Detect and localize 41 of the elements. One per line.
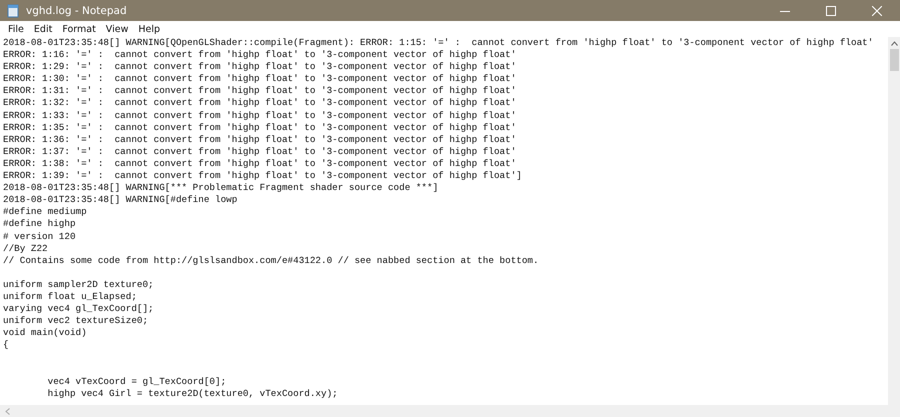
text-line: 2018-08-01T23:35:48[] WARNING[*** Problematic Fragment shader source code ***]	[3, 182, 438, 194]
text-line: {	[3, 339, 9, 352]
text-line: vec4 vTexCoord = gl_TexCoord[0];	[46, 376, 226, 388]
close-icon	[872, 6, 882, 16]
text-line: void main(void)	[3, 327, 87, 340]
horizontal-scrollbar[interactable]	[0, 405, 900, 417]
menu-item[interactable]: Edit	[28, 24, 58, 34]
scroll-left-icon	[5, 408, 10, 414]
text-line: ERROR: 1:32: '=' : cannot convert from 'highp float' to '3-component vector of highp float'	[3, 97, 516, 110]
scroll-up-icon	[890, 41, 898, 46]
text-line: ERROR: 1:33: '=' : cannot convert from 'highp float' to '3-component vector of highp float'	[3, 110, 516, 122]
text-line: ERROR: 1:37: '=' : cannot convert from 'highp float' to '3-component vector of highp float'	[3, 146, 516, 158]
text-line: 2018-08-01T23:35:48[] WARNING[#define lowp	[3, 194, 238, 206]
text-line: // Contains some code from http://glslsandbox.com/e#43122.0 // see nabbed section at the bottom.	[3, 254, 539, 267]
text-line: #define highp	[3, 218, 76, 230]
window-title: vghd.log - Notepad	[26, 4, 127, 16]
text-line: #define mediump	[3, 206, 87, 218]
text-line: //By Z22	[3, 242, 48, 255]
text-line: ERROR: 1:38: '=' : cannot convert from 'highp float' to '3-component vector of highp float'	[3, 158, 516, 170]
text-line: highp vec4 Girl = texture2D(texture0, vTexCoord.xy);	[46, 388, 338, 400]
notepad-icon	[6, 4, 20, 18]
text-line: ERROR: 1:31: '=' : cannot convert from 'highp float' to '3-component vector of highp float'	[3, 85, 516, 98]
text-line: # version 120	[3, 230, 76, 243]
text-line: ERROR: 1:30: '=' : cannot convert from 'highp float' to '3-component vector of highp float'	[3, 73, 516, 86]
text-line: ERROR: 1:29: '=' : cannot convert from 'highp float' to '3-component vector of highp float'	[3, 61, 516, 74]
text-line: uniform vec2 textureSize0;	[3, 315, 148, 328]
maximize-icon	[826, 6, 836, 16]
menu-item[interactable]: File	[3, 24, 29, 34]
text-line: ERROR: 1:39: '=' : cannot convert from 'highp float' to '3-component vector of highp float']	[3, 170, 522, 182]
vertical-scrollbar[interactable]	[888, 37, 900, 405]
text-line: uniform float u_Elapsed;	[3, 290, 137, 304]
menu-item[interactable]: View	[100, 24, 134, 34]
menu-item[interactable]: Format	[57, 24, 101, 34]
text-line: ERROR: 1:16: '=' : cannot convert from 'highp float' to '3-component vector of highp float'	[3, 49, 516, 62]
scrollbar-thumb[interactable]	[890, 49, 898, 71]
text-line: varying vec4 gl_TexCoord[];	[3, 303, 154, 316]
text-line: ERROR: 1:35: '=' : cannot convert from 'highp float' to '3-component vector of highp float'	[3, 122, 516, 134]
text-line: 2018-08-01T23:35:48[] WARNING[QOpenGLShader::compile(Fragment): ERROR: 1:15: '=' : cannot convert from 'highp float' to '3-component vector of highp float'	[3, 37, 874, 50]
menu-item[interactable]: Help	[133, 24, 166, 34]
text-line: uniform sampler2D texture0;	[3, 278, 154, 291]
text-line: ERROR: 1:36: '=' : cannot convert from 'highp float' to '3-component vector of highp float'	[3, 134, 516, 146]
